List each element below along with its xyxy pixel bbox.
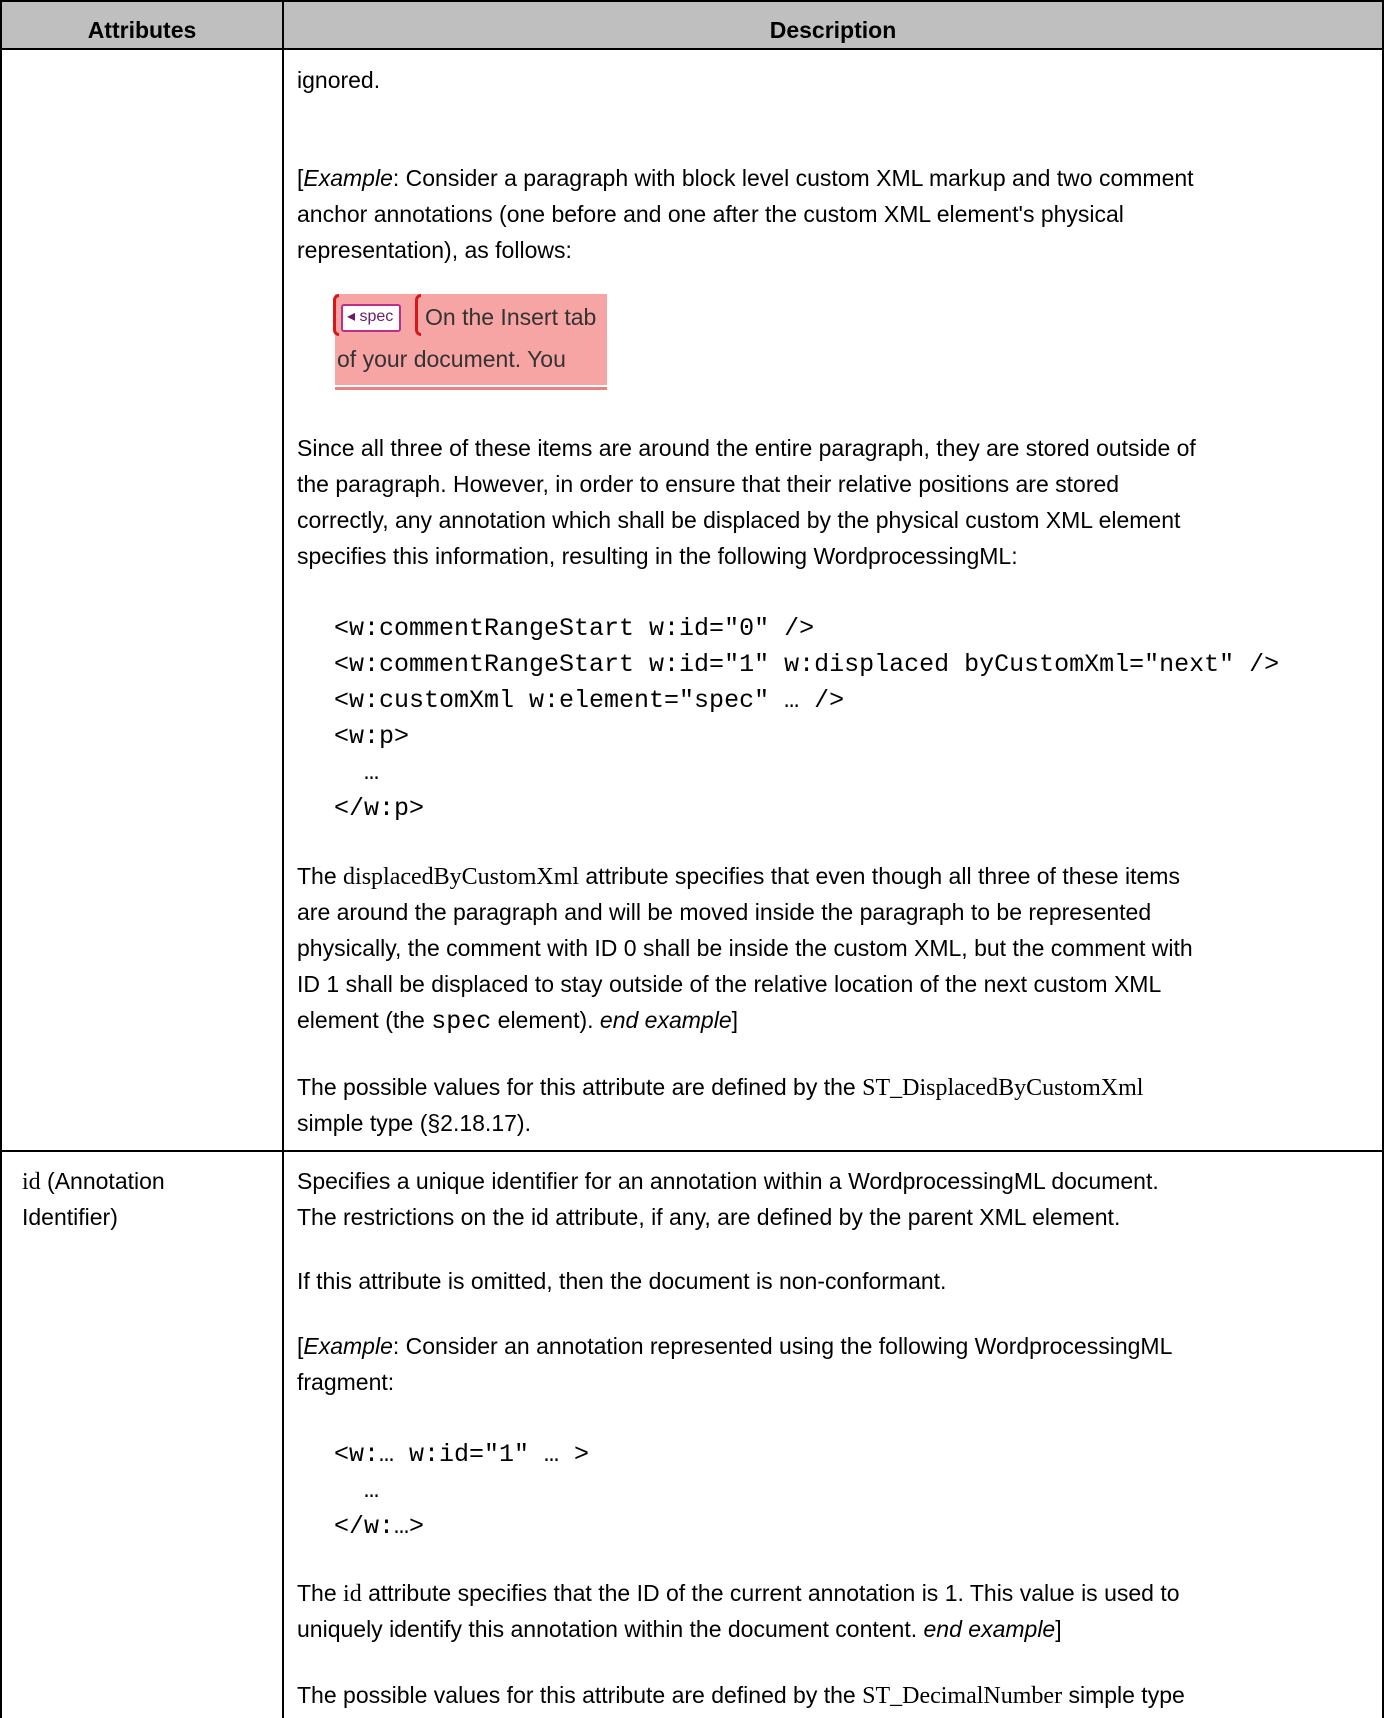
- header-attributes-label: Attributes: [87, 17, 197, 43]
- id-term: id: [22, 1169, 41, 1195]
- type-term: ST_DecimalNumber: [862, 1683, 1063, 1709]
- table-border-top: [0, 0, 1384, 2]
- row1-example-line3: representation), as follows:: [297, 237, 572, 263]
- row1-example-line1: [Example: Consider a paragraph with bloc…: [297, 165, 1194, 191]
- row2-example-line2: fragment:: [297, 1369, 395, 1395]
- row1-displaced-line1: The displacedByCustomXml attribute speci…: [297, 863, 1180, 890]
- row2-example-line1: [Example: Consider an annotation represe…: [297, 1333, 1173, 1359]
- row1-since-line2: the paragraph. However, in order to ensu…: [297, 471, 1120, 497]
- row1-displaced-line5: element (the spec element). end example]: [297, 1007, 739, 1036]
- row2-code-line: </w:…>: [334, 1512, 425, 1541]
- image-text-line2: of your document. You: [337, 346, 566, 372]
- row2-id-line2: uniquely identify this annotation within…: [297, 1616, 1062, 1642]
- example-label: Example: [303, 165, 393, 191]
- header-cell-attributes: Attributes: [1, 1, 283, 48]
- row2-omit-text: If this attribute is omitted, then the d…: [297, 1268, 947, 1294]
- image-text-line1: On the Insert tab: [425, 304, 597, 330]
- row1-code-line: …: [334, 758, 380, 787]
- row1-code-line: <w:p>: [334, 722, 410, 751]
- comment-bracket-icon: [415, 294, 421, 336]
- row2-code-line: …: [334, 1476, 380, 1505]
- row1-possible-line2: simple type (§2.18.17).: [297, 1110, 531, 1136]
- row1-code-line: <w:customXml w:element="spec" … />: [334, 686, 845, 715]
- spec-tag-badge: ◂ spec: [341, 304, 402, 332]
- row2-specifies-line1: Specifies a unique identifier for an ann…: [297, 1168, 1159, 1194]
- row1-displaced-line4: ID 1 shall be displaced to stay outside …: [297, 971, 1162, 997]
- row1-code-line: <w:commentRangeStart w:id="1" w:displace…: [334, 650, 1280, 679]
- header-cell-description: Description: [284, 1, 1382, 48]
- displaced-term: displacedByCustomXml: [343, 864, 580, 890]
- row2-attribute-name-line2: Identifier): [22, 1204, 118, 1230]
- row2-attribute-name-line1: id (Annotation: [22, 1168, 165, 1195]
- row1-since-line3: correctly, any annotation which shall be…: [297, 507, 1181, 533]
- header-divider: [0, 48, 1384, 50]
- row1-since-line4: specifies this information, resulting in…: [297, 543, 1018, 569]
- row1-since-line1: Since all three of these items are aroun…: [297, 435, 1196, 461]
- row1-displaced-line3: physically, the comment with ID 0 shall …: [297, 935, 1193, 961]
- row1-displaced-line2: are around the paragraph and will be mov…: [297, 899, 1152, 925]
- header-description-label: Description: [769, 17, 897, 43]
- row1-code-line: <w:commentRangeStart w:id="0" />: [334, 614, 815, 643]
- row1-ignored-text: ignored.: [297, 67, 381, 93]
- spec-term: spec: [431, 1007, 492, 1036]
- row1-example-line2: anchor annotations (one before and one a…: [297, 201, 1124, 227]
- comment-bracket-icon: [333, 294, 339, 336]
- id-term: id: [343, 1581, 362, 1607]
- row2-specifies-line2: The restrictions on the id attribute, if…: [297, 1204, 1121, 1230]
- example-label: Example: [303, 1333, 393, 1359]
- row2-id-line1: The id attribute specifies that the ID o…: [297, 1580, 1180, 1607]
- row2-possible-line1: The possible values for this attribute a…: [297, 1682, 1185, 1709]
- attributes-table: Attributes Description ignored. [Example…: [0, 0, 1384, 1718]
- row-divider: [0, 1150, 1384, 1152]
- row1-code-line: </w:p>: [334, 794, 425, 823]
- type-term: ST_DisplacedByCustomXml: [862, 1075, 1144, 1101]
- table-border-left: [0, 0, 2, 1718]
- row2-code-line: <w:… w:id="1" … >: [334, 1440, 590, 1469]
- custom-xml-rendering-image: ◂ spec On the Insert tab of your documen…: [333, 292, 608, 392]
- row1-possible-line1: The possible values for this attribute a…: [297, 1074, 1144, 1101]
- column-divider: [282, 0, 284, 1718]
